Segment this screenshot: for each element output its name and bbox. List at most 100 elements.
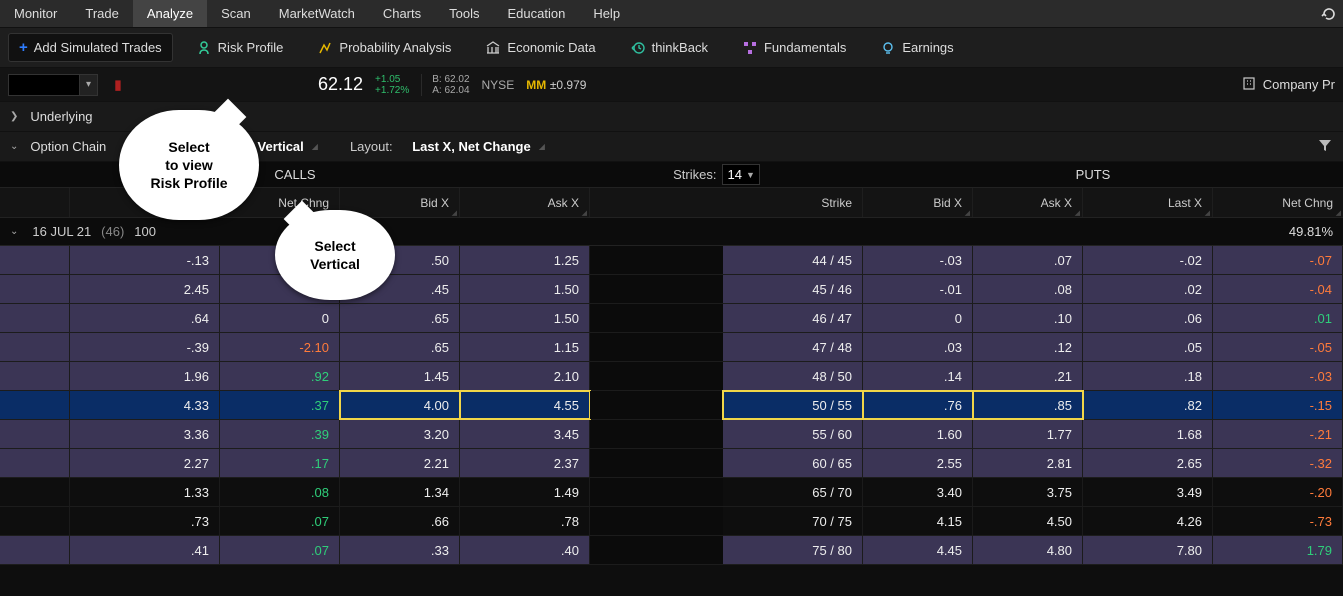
cell[interactable]	[0, 333, 70, 361]
cell[interactable]: .02	[1083, 275, 1213, 303]
cell[interactable]: 4.55	[460, 391, 590, 419]
table-row[interactable]: -.13.501.2544 / 45-.03.07-.02-.07	[0, 246, 1343, 275]
col-netchng-puts[interactable]: Net Chng◢	[1213, 188, 1343, 217]
cell[interactable]: .33	[340, 536, 460, 564]
cell[interactable]: .07	[220, 507, 340, 535]
cell[interactable]: 2.65	[1083, 449, 1213, 477]
menu-item-trade[interactable]: Trade	[71, 0, 132, 27]
cell[interactable]	[0, 478, 70, 506]
cell[interactable]: -.15	[1213, 391, 1343, 419]
cell[interactable]: 4.80	[973, 536, 1083, 564]
cell[interactable]: -.03	[863, 246, 973, 274]
cell[interactable]: 1.45	[340, 362, 460, 390]
col-strike[interactable]: Strike	[723, 188, 863, 217]
col-ask-calls[interactable]: Ask X◢	[460, 188, 590, 217]
cell[interactable]: 47 / 48	[723, 333, 863, 361]
filter-icon[interactable]	[1317, 137, 1333, 156]
cell[interactable]: -.07	[1213, 246, 1343, 274]
cell[interactable]: .21	[973, 362, 1083, 390]
menu-item-scan[interactable]: Scan	[207, 0, 265, 27]
cell[interactable]: .65	[340, 333, 460, 361]
cell[interactable]	[0, 449, 70, 477]
cell[interactable]: 3.49	[1083, 478, 1213, 506]
cell[interactable]: 3.40	[863, 478, 973, 506]
cell[interactable]: .37	[220, 391, 340, 419]
cell[interactable]: .12	[973, 333, 1083, 361]
menu-item-tools[interactable]: Tools	[435, 0, 493, 27]
cell[interactable]: 1.96	[70, 362, 220, 390]
cell[interactable]: .78	[460, 507, 590, 535]
cell[interactable]	[0, 304, 70, 332]
table-row[interactable]: 1.33.081.341.4965 / 703.403.753.49-.20	[0, 478, 1343, 507]
cell[interactable]: -.73	[1213, 507, 1343, 535]
col-last-puts[interactable]: Last X◢	[1083, 188, 1213, 217]
cell[interactable]: 3.45	[460, 420, 590, 448]
cell[interactable]: .41	[70, 536, 220, 564]
table-row[interactable]: .73.07.66.7870 / 754.154.504.26-.73	[0, 507, 1343, 536]
table-row[interactable]: 2.27.172.212.3760 / 652.552.812.65-.32	[0, 449, 1343, 478]
cell[interactable]: -.05	[1213, 333, 1343, 361]
cell[interactable]: .08	[220, 478, 340, 506]
cell[interactable]: 4.45	[863, 536, 973, 564]
cell[interactable]: 2.10	[460, 362, 590, 390]
cell[interactable]	[0, 536, 70, 564]
menu-item-analyze[interactable]: Analyze	[133, 0, 207, 27]
cell[interactable]: 4.15	[863, 507, 973, 535]
cell[interactable]: -.21	[1213, 420, 1343, 448]
cell[interactable]: 1.77	[973, 420, 1083, 448]
cell[interactable]: .40	[460, 536, 590, 564]
cell[interactable]: 1.33	[70, 478, 220, 506]
cell[interactable]: 44 / 45	[723, 246, 863, 274]
economic-data-button[interactable]: Economic Data	[474, 34, 606, 62]
cell[interactable]	[0, 246, 70, 274]
cell[interactable]: 1.49	[460, 478, 590, 506]
cell[interactable]: .92	[220, 362, 340, 390]
cell[interactable]: 60 / 65	[723, 449, 863, 477]
thinkback-button[interactable]: thinkBack	[619, 34, 719, 62]
cell[interactable]: 7.80	[1083, 536, 1213, 564]
refresh-icon[interactable]	[1315, 0, 1343, 28]
cell[interactable]: 1.68	[1083, 420, 1213, 448]
cell[interactable]: 0	[220, 304, 340, 332]
cell[interactable]	[0, 420, 70, 448]
cell[interactable]: .05	[1083, 333, 1213, 361]
risk-profile-button[interactable]: Risk Profile	[185, 34, 295, 62]
cell[interactable]: 1.60	[863, 420, 973, 448]
cell[interactable]: -2.10	[220, 333, 340, 361]
cell[interactable]: -.32	[1213, 449, 1343, 477]
company-profile-link[interactable]: Company Pr	[1241, 75, 1335, 94]
table-row[interactable]: 1.96.921.452.1048 / 50.14.21.18-.03	[0, 362, 1343, 391]
cell[interactable]: 2.55	[863, 449, 973, 477]
table-row[interactable]: .640.651.5046 / 470.10.06.01	[0, 304, 1343, 333]
cell[interactable]: 1.25	[460, 246, 590, 274]
cell[interactable]: 55 / 60	[723, 420, 863, 448]
cell[interactable]: 4.33	[70, 391, 220, 419]
cell[interactable]: .14	[863, 362, 973, 390]
menu-item-monitor[interactable]: Monitor	[0, 0, 71, 27]
cell[interactable]: .76	[863, 391, 973, 419]
cell[interactable]: 4.00	[340, 391, 460, 419]
cell[interactable]: 2.81	[973, 449, 1083, 477]
cell[interactable]: .85	[973, 391, 1083, 419]
cell[interactable]: 2.27	[70, 449, 220, 477]
cell[interactable]: 2.45	[70, 275, 220, 303]
cell[interactable]: 75 / 80	[723, 536, 863, 564]
strikes-selector[interactable]: 14 ▼	[722, 164, 759, 185]
cell[interactable]: 50 / 55	[723, 391, 863, 419]
cell[interactable]: 45 / 46	[723, 275, 863, 303]
cell[interactable]: -.01	[863, 275, 973, 303]
probability-analysis-button[interactable]: Probability Analysis	[306, 34, 462, 62]
table-row[interactable]: .41.07.33.4075 / 804.454.807.801.79	[0, 536, 1343, 565]
cell[interactable]: .18	[1083, 362, 1213, 390]
cell[interactable]: 3.20	[340, 420, 460, 448]
layout-selector[interactable]: Last X, Net Change	[412, 139, 530, 154]
expiry-row[interactable]: ⌄ 16 JUL 21 (46) 100 49.81%	[0, 218, 1343, 246]
cell[interactable]: 1.15	[460, 333, 590, 361]
table-row[interactable]: 3.36.393.203.4555 / 601.601.771.68-.21	[0, 420, 1343, 449]
symbol-input[interactable]: ▾	[8, 74, 98, 96]
cell[interactable]: .07	[973, 246, 1083, 274]
cell[interactable]: .03	[863, 333, 973, 361]
cell[interactable]: .64	[70, 304, 220, 332]
symbol-dropdown-icon[interactable]: ▾	[79, 75, 97, 95]
cell[interactable]: .82	[1083, 391, 1213, 419]
